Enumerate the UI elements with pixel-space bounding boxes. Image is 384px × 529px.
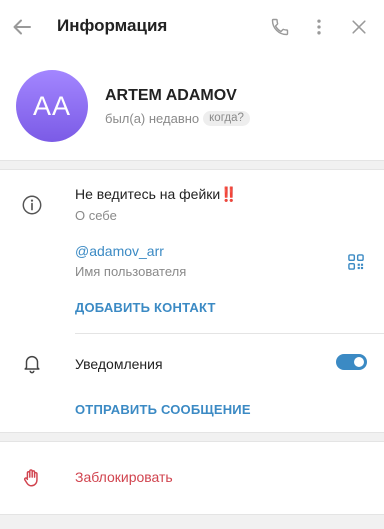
when-badge[interactable]: когда?	[203, 111, 250, 126]
profile-name: ARTEM ADAMOV	[105, 87, 237, 104]
bio-text: Не ведитесь на фейки‼️	[75, 186, 238, 203]
back-button[interactable]	[10, 15, 34, 39]
section-divider	[0, 514, 384, 529]
info-icon	[20, 193, 44, 217]
qr-code-icon	[348, 254, 364, 270]
hand-block-icon	[20, 466, 44, 490]
phone-icon	[271, 18, 289, 36]
notifications-label: Уведомления	[75, 356, 163, 372]
avatar[interactable]: AA	[16, 70, 88, 142]
close-icon	[352, 20, 366, 34]
close-button[interactable]	[347, 15, 371, 39]
add-contact-button[interactable]: ДОБАВИТЬ КОНТАКТ	[75, 300, 216, 315]
profile-status: был(а) недавно когда?	[105, 111, 250, 126]
bio-label: О себе	[75, 208, 117, 223]
send-message-button[interactable]: ОТПРАВИТЬ СООБЩЕНИЕ	[75, 402, 251, 417]
username-link[interactable]: @adamov_arr	[75, 243, 164, 259]
section-divider	[0, 160, 384, 170]
bio-value: Не ведитесь на фейки	[75, 186, 221, 202]
section-divider	[0, 432, 384, 442]
page-title: Информация	[57, 16, 168, 35]
block-user-button[interactable]: Заблокировать	[75, 469, 173, 485]
profile-section: AA ARTEM ADAMOV был(а) недавно когда?	[0, 54, 384, 160]
row-divider	[75, 333, 384, 334]
header: Информация	[0, 0, 384, 54]
arrow-left-icon	[13, 19, 31, 35]
bell-icon	[20, 351, 44, 375]
more-menu-button[interactable]	[307, 15, 331, 39]
username-label: Имя пользователя	[75, 264, 187, 279]
notifications-toggle[interactable]	[336, 354, 367, 370]
last-seen-text: был(а) недавно	[105, 111, 200, 126]
double-exclamation-icon: ‼️	[220, 186, 238, 202]
toggle-knob	[352, 355, 366, 369]
more-vertical-icon	[317, 19, 321, 35]
qr-code-button[interactable]	[344, 250, 368, 274]
call-button[interactable]	[268, 15, 292, 39]
